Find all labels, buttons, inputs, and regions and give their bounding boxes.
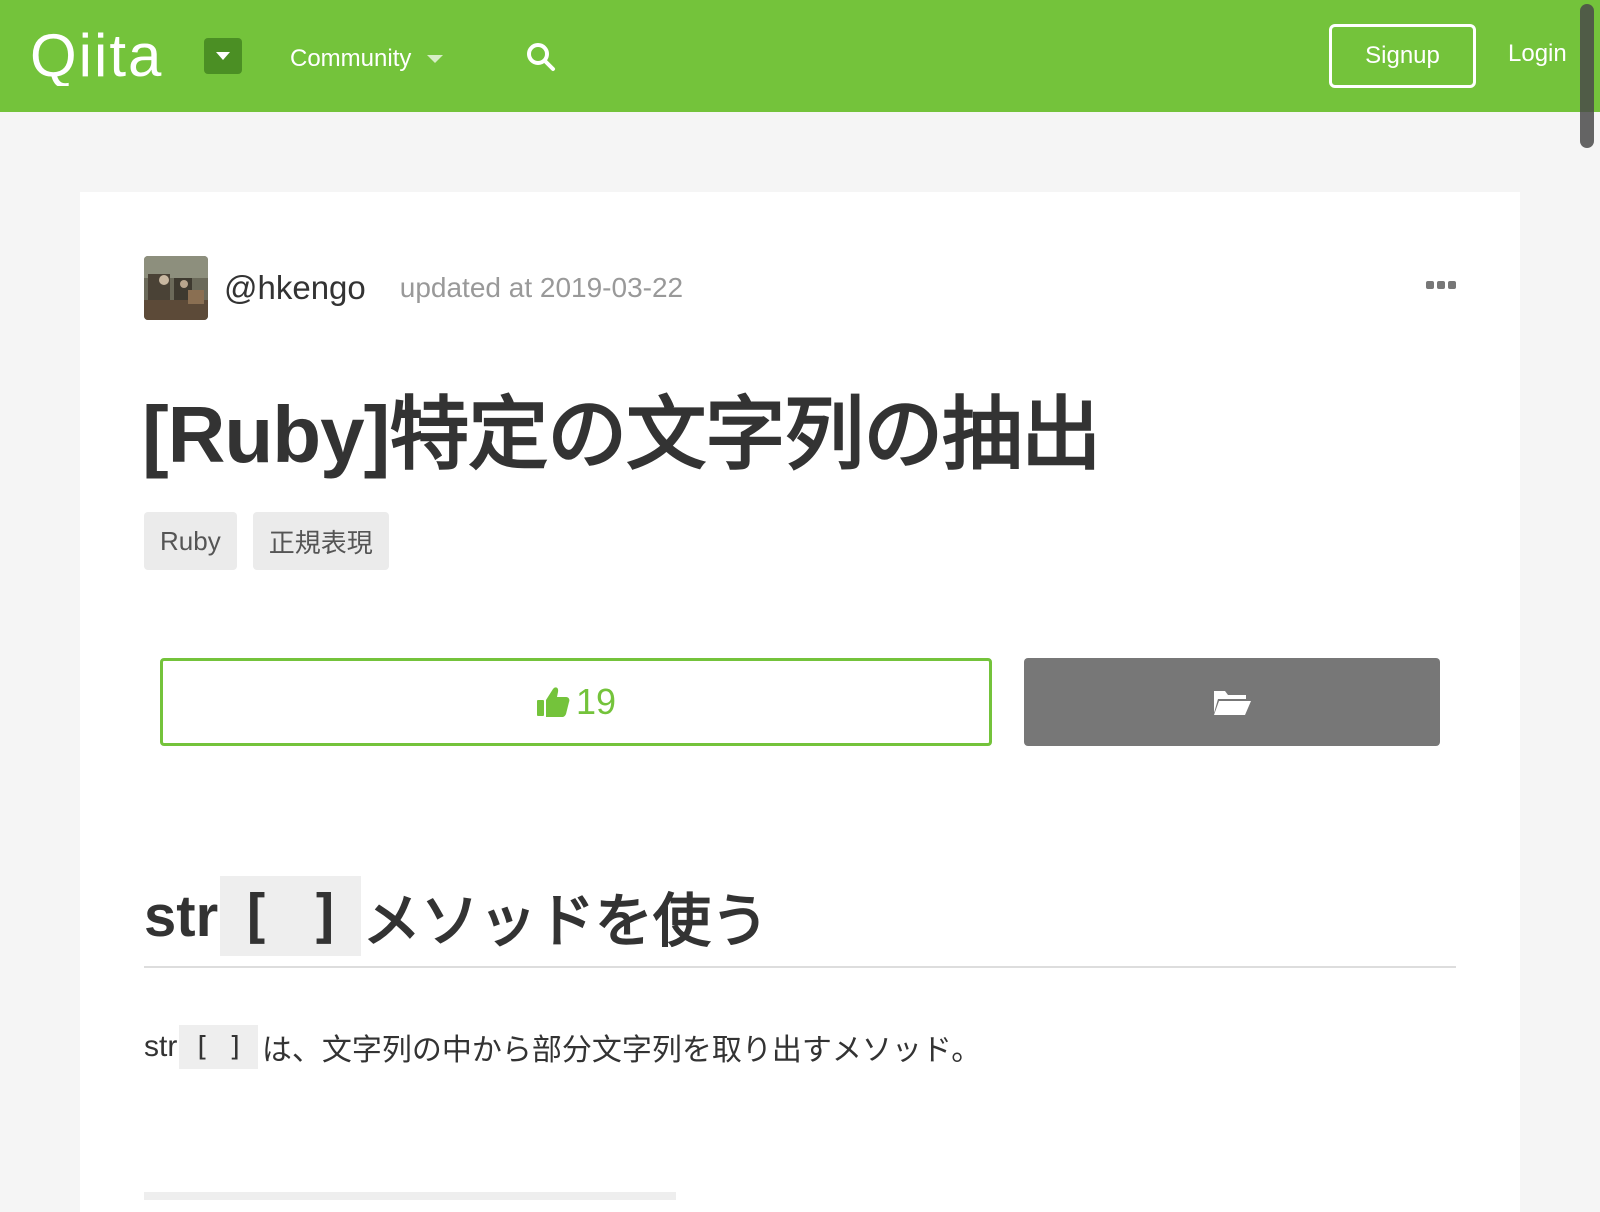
community-label: Community [290, 45, 412, 72]
signup-label: Signup [1365, 42, 1440, 69]
article-card: @hkengo updated at 2019-03-22 [Ruby]特定の文… [80, 192, 1520, 1212]
like-button[interactable]: 19 [160, 658, 992, 746]
stock-button[interactable] [1024, 658, 1440, 746]
paragraph-code: [ ] [179, 1025, 258, 1069]
paragraph-text: は、文字列の中から部分文字列を取り出すメソッド。 [261, 1034, 982, 1067]
thumbs-up-icon [536, 687, 570, 717]
more-options-icon[interactable] [1426, 276, 1460, 290]
like-count: 19 [575, 681, 617, 722]
heading-divider [144, 966, 1456, 968]
tag-list: Ruby 正規表現 [144, 512, 405, 570]
updated-date: updated at 2019-03-22 [399, 272, 684, 303]
logo-menu-button[interactable] [204, 38, 242, 74]
search-icon[interactable] [524, 40, 558, 74]
chevron-down-icon [427, 55, 444, 63]
section-heading-suffix: メソッドを使う [362, 889, 769, 954]
section-heading-prefix: str [144, 883, 219, 949]
body-paragraph: str [ ] は、文字列の中から部分文字列を取り出すメソッド。 [144, 1024, 981, 1070]
section-heading: str [ ] メソッドを使う [144, 876, 769, 956]
signup-button[interactable]: Signup [1329, 24, 1476, 88]
tag-regex[interactable]: 正規表現 [252, 512, 389, 570]
dot [1448, 281, 1456, 289]
user-avatar[interactable] [144, 256, 208, 320]
paragraph-prefix: str [144, 1030, 178, 1063]
login-link[interactable]: Login [1508, 40, 1567, 68]
caret-down-icon [216, 52, 230, 60]
folder-open-icon [1214, 691, 1251, 715]
community-menu[interactable]: Community [290, 44, 444, 74]
code-block [144, 1192, 676, 1200]
dot [1437, 281, 1445, 289]
section-heading-code: [ ] [220, 876, 361, 956]
author-username[interactable]: @hkengo [224, 269, 366, 307]
article-title: [Ruby]特定の文字列の抽出 [142, 390, 1101, 479]
page-scrollbar[interactable] [1580, 4, 1594, 148]
logo-text: Qiita [30, 22, 163, 86]
top-navbar: Qiita Community Signup Login [0, 0, 1600, 148]
qiita-logo[interactable]: Qiita [30, 22, 182, 86]
author-row: @hkengo updated at 2019-03-22 [144, 256, 683, 320]
dot [1426, 281, 1434, 289]
tag-ruby[interactable]: Ruby [144, 512, 237, 570]
